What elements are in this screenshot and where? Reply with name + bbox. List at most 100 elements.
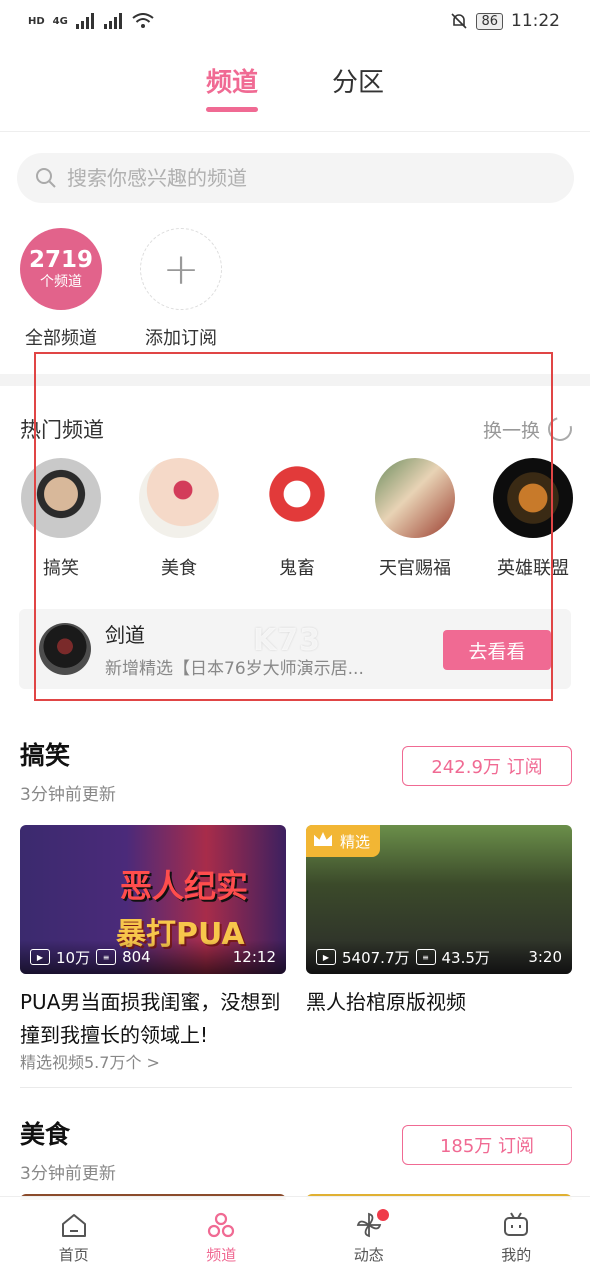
search-bar[interactable] [17,153,574,203]
channel-section-funny: 搞笑 3分钟前更新 242.9万 订阅 恶人纪实 暴打PUA ▶ 10万 ≡ 8… [20,736,572,1072]
hd-indicator: HD [28,15,45,27]
section-divider [20,1087,572,1088]
channel-icon [208,1212,235,1238]
add-subscription-label: 添加订阅 [145,328,217,349]
home-icon [61,1214,86,1237]
hot-channel-item[interactable]: 搞笑 [20,458,102,580]
signal-icon-2 [103,13,122,29]
video-stats: ▶ 5407.7万 ≡ 43.5万 3:20 [306,940,572,974]
featured-badge: 精选 [306,825,381,857]
channel-label: 搞笑 [43,558,79,579]
nav-activity-label: 动态 [353,1246,384,1264]
hot-channel-item[interactable]: 鬼畜 [256,458,338,580]
add-icon[interactable]: + [140,228,222,310]
hot-channels-header: 热门频道 换一换 [20,412,577,446]
section-header: 美食 3分钟前更新 185万 订阅 [20,1115,572,1184]
featured-channel-card[interactable]: 剑道 新增精选【日本76岁大师演示居... K73 去看看 [19,609,571,689]
network-type: 4G [52,15,68,27]
nav-mine-label: 我的 [501,1246,532,1264]
section-heading: 搞笑 3分钟前更新 [20,736,116,805]
video-card[interactable]: 恶人纪实 暴打PUA ▶ 10万 ≡ 804 12:12 PUA男当面损我闺蜜，… [20,825,286,1052]
channel-avatar[interactable] [139,458,219,538]
section-separator [0,374,590,386]
crown-icon [314,832,332,846]
channel-avatar[interactable] [257,458,337,538]
go-watch-button[interactable]: 去看看 [443,630,551,670]
play-icon: ▶ [30,949,50,965]
danmaku-count: 804 [122,948,151,966]
nav-activity[interactable]: 动态 [295,1197,443,1278]
search-input[interactable] [67,166,547,190]
channel-avatar[interactable] [375,458,455,538]
play-count: 10万 [56,948,91,967]
status-left: HD 4G [28,13,154,29]
battery-indicator: 86 [476,12,503,30]
subscribe-button[interactable]: 242.9万 订阅 [402,746,572,786]
hot-channel-item[interactable]: 英雄联盟 [492,458,574,580]
nav-mine[interactable]: 我的 [443,1197,590,1278]
section-title[interactable]: 美食 [20,1115,116,1151]
hot-channels-title: 热门频道 [20,418,104,442]
channel-label: 鬼畜 [279,558,315,579]
nav-channels-label: 频道 [206,1246,237,1264]
status-right: 86 11:22 [450,11,560,31]
badge-label: 精选 [340,832,371,851]
video-title[interactable]: 黑人抬棺原版视频 [306,986,572,1019]
shuffle-label: 换一换 [482,419,540,442]
video-card[interactable]: 精选 ▶ 5407.7万 ≡ 43.5万 3:20 黑人抬棺原版视频 [306,825,572,1052]
hot-channel-item[interactable]: 天官赐福 [374,458,456,580]
notification-dot [376,1209,389,1221]
more-videos-link[interactable]: 精选视频5.7万个 > [20,1049,160,1073]
subscribe-button[interactable]: 185万 订阅 [402,1125,572,1165]
danmaku-icon: ≡ [96,949,117,965]
top-tabs: 频道 分区 [0,56,590,132]
channel-avatar[interactable] [493,458,573,538]
wifi-icon [132,13,154,28]
channel-label: 英雄联盟 [497,558,569,579]
channel-count-circle[interactable]: 2719 个频道 [20,228,102,310]
play-icon: ▶ [316,949,336,965]
search-icon [36,168,56,188]
section-header: 搞笑 3分钟前更新 242.9万 订阅 [20,736,572,805]
danmaku-count: 43.5万 [441,948,490,967]
tv-icon [504,1212,529,1236]
channel-section-food: 美食 3分钟前更新 185万 订阅 [20,1115,572,1184]
section-updated: 3分钟前更新 [20,1164,116,1184]
video-duration: 12:12 [232,948,276,966]
tab-zones[interactable]: 分区 [332,56,384,112]
bottom-nav: 首页 频道 动态 我的 [0,1196,590,1278]
hot-channels-list: 搞笑 美食 鬼畜 天官赐福 英雄联盟 [20,458,574,580]
section-updated: 3分钟前更新 [20,785,116,805]
danmaku-icon: ≡ [415,949,436,965]
watermark-logo: K73 [253,623,321,658]
channel-count: 2719 [28,247,93,273]
tab-channels[interactable]: 频道 [205,56,259,112]
channel-avatar[interactable] [21,458,101,538]
video-grid: 恶人纪实 暴打PUA ▶ 10万 ≡ 804 12:12 PUA男当面损我闺蜜，… [20,825,572,1052]
signal-icon [75,13,94,29]
all-channels-label: 全部频道 [25,328,97,349]
thumbnail-headline: 恶人纪实 [120,867,249,905]
featured-avatar [39,623,91,675]
channel-count-unit: 个频道 [40,274,82,290]
nav-channels[interactable]: 频道 [148,1197,296,1278]
mute-bell-icon [451,13,468,29]
shuffle-button[interactable]: 换一换 [482,412,577,446]
hot-channel-item[interactable]: 美食 [138,458,220,580]
video-thumbnail[interactable]: 精选 ▶ 5407.7万 ≡ 43.5万 3:20 [306,825,572,974]
nav-home-label: 首页 [58,1246,89,1264]
refresh-icon [543,412,577,446]
video-duration: 3:20 [528,948,562,966]
channel-label: 美食 [161,558,197,579]
all-channels[interactable]: 2719 个频道 全部频道 [20,228,102,350]
video-thumbnail[interactable]: 恶人纪实 暴打PUA ▶ 10万 ≡ 804 12:12 [20,825,286,974]
nav-home[interactable]: 首页 [0,1197,148,1278]
video-title[interactable]: PUA男当面损我闺蜜，没想到撞到我擅长的领域上! [20,986,286,1052]
subscriptions-row: 2719 个频道 全部频道 + 添加订阅 [20,228,222,350]
add-subscription[interactable]: + 添加订阅 [140,228,222,350]
play-count: 5407.7万 [342,948,410,967]
clock: 11:22 [511,11,560,31]
channel-label: 天官赐福 [379,558,451,579]
section-heading: 美食 3分钟前更新 [20,1115,116,1184]
section-title[interactable]: 搞笑 [20,736,116,772]
